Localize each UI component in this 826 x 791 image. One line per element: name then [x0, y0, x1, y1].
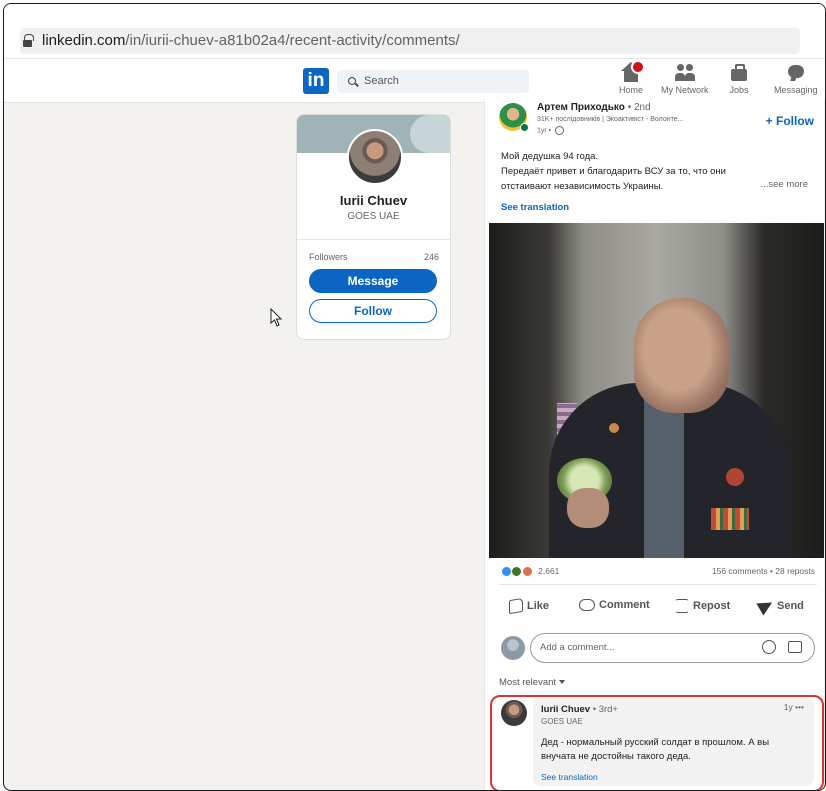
post-stats[interactable]: 156 comments • 28 reposts: [712, 566, 815, 576]
notification-badge: [631, 60, 645, 74]
network-icon: [674, 62, 695, 82]
like-label: Like: [527, 599, 550, 612]
video-person-head: [634, 298, 729, 413]
url-host: linkedin.com: [42, 32, 126, 49]
nav-my-network[interactable]: My Network: [661, 62, 709, 95]
follow-button[interactable]: Follow: [309, 299, 437, 323]
image-icon[interactable]: [788, 641, 802, 653]
globe-icon: [555, 126, 565, 135]
video-ribbons: [711, 508, 749, 530]
post-time: 1yr •: [537, 126, 565, 135]
reactions-summary[interactable]: 2,661: [501, 566, 560, 578]
search-input[interactable]: Search: [337, 70, 529, 93]
post-text-line: Передаёт привет и благодарить ВСУ за то,…: [501, 166, 726, 177]
followers-count: 246: [423, 252, 439, 262]
nav-network-label: My Network: [661, 85, 709, 95]
send-button[interactable]: Send: [756, 596, 804, 616]
search-placeholder: Search: [364, 75, 399, 87]
nav-jobs-label: Jobs: [729, 85, 749, 95]
video-medal: [609, 423, 619, 433]
repost-button[interactable]: Repost: [675, 599, 730, 613]
nav-messaging-label: Messaging: [774, 85, 818, 95]
love-reaction-icon: [521, 566, 533, 578]
post-time-text: 1yr •: [537, 127, 554, 135]
post-author-subtitle: 31K+ послідовників | Экоактивіст - Волон…: [537, 116, 684, 123]
see-more-link[interactable]: ...see more: [760, 179, 808, 190]
chevron-down-icon: [559, 680, 566, 685]
post-text: Мой дедушка 94 года. Передаёт привет и б…: [501, 149, 801, 194]
comment-label: Comment: [599, 599, 650, 611]
profile-headline: GOES UAE: [347, 211, 400, 222]
highlight-box: [490, 695, 824, 790]
video-person-shirt: [644, 388, 684, 558]
post-author-name-text: Артем Приходько: [537, 102, 625, 113]
nav-home[interactable]: Home: [619, 60, 645, 95]
actions-divider: [499, 584, 817, 585]
profile-avatar[interactable]: [347, 129, 403, 185]
address-bar: linkedin.com/in/iurii-chuev-a81b02a4/rec…: [4, 4, 825, 59]
current-user-avatar: [501, 636, 525, 660]
nav-messaging[interactable]: Messaging: [774, 62, 818, 95]
profile-card: Iurii Chuev GOES UAE Followers 246 Messa…: [296, 114, 451, 340]
comment-placeholder: Add a comment...: [540, 642, 615, 653]
sort-label: Most relevant: [499, 677, 557, 688]
post-follow-button[interactable]: + Follow: [766, 114, 814, 128]
post-author-degree: • 2nd: [624, 102, 651, 113]
emoji-icon[interactable]: [762, 640, 776, 654]
post-see-translation[interactable]: See translation: [501, 202, 569, 213]
linkedin-navbar: in Search Home My Network Jobs Messaging: [4, 59, 825, 103]
like-button[interactable]: Like: [509, 597, 550, 615]
reaction-count: 2,661: [538, 566, 560, 576]
profile-divider: [297, 239, 450, 240]
post-text-line: Мой дедушка 94 года.: [501, 151, 599, 162]
comment-button[interactable]: Comment: [579, 599, 650, 612]
profile-name[interactable]: Iurii Chuev: [297, 193, 450, 208]
mouse-cursor-icon: [270, 308, 283, 327]
search-icon: [348, 77, 356, 85]
send-label: Send: [777, 599, 804, 612]
repost-icon: [675, 599, 689, 613]
repost-label: Repost: [693, 599, 731, 612]
jobs-icon: [729, 62, 749, 82]
followers-label: Followers: [309, 252, 348, 262]
lock-icon: [23, 34, 34, 47]
message-button[interactable]: Message: [309, 269, 437, 293]
nav-jobs[interactable]: Jobs: [729, 62, 749, 95]
online-status-icon: [520, 123, 529, 132]
post-feed: Артем Приходько • 2nd 31K+ послідовників…: [484, 99, 824, 790]
post-text-line: отстаивают независимость Украины.: [501, 181, 664, 192]
post-video[interactable]: [489, 223, 824, 558]
linkedin-logo[interactable]: in: [303, 68, 329, 94]
messaging-icon: [786, 62, 806, 82]
video-medal: [726, 468, 744, 486]
url-path: /in/iurii-chuev-a81b02a4/recent-activity…: [125, 32, 460, 49]
send-icon: [756, 596, 776, 616]
post-author-name[interactable]: Артем Приходько • 2nd: [537, 102, 651, 113]
video-hand: [567, 488, 609, 528]
comment-input[interactable]: Add a comment...: [530, 633, 815, 663]
like-reaction-icon: [501, 566, 512, 578]
url-text[interactable]: linkedin.com/in/iurii-chuev-a81b02a4/rec…: [42, 32, 460, 49]
like-icon: [509, 597, 523, 615]
browser-window: linkedin.com/in/iurii-chuev-a81b02a4/rec…: [3, 3, 826, 791]
celebrate-reaction-icon: [511, 566, 523, 578]
nav-home-label: Home: [619, 85, 644, 95]
sort-dropdown[interactable]: Most relevant: [499, 677, 566, 688]
comment-icon: [579, 599, 595, 612]
